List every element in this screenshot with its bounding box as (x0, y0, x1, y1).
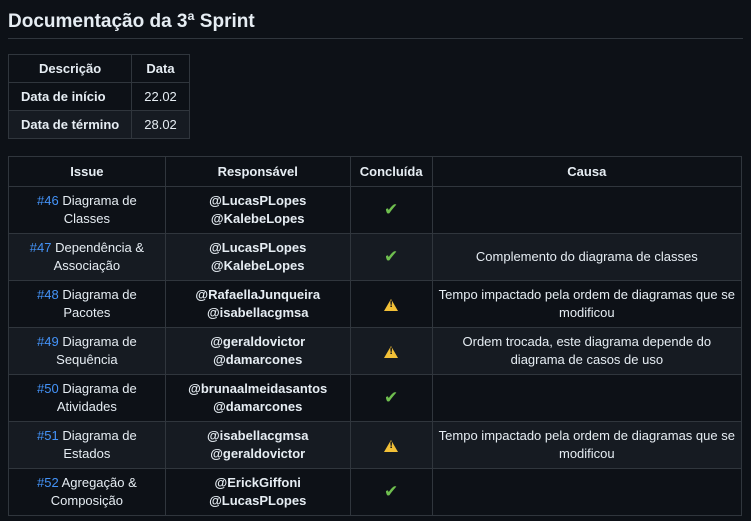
issue-cell: #48 Diagrama de Pacotes (8, 280, 166, 328)
status-cell: ✔ (349, 233, 433, 281)
issue-cell: #47 Dependência & Associação (8, 233, 166, 281)
user-mention[interactable]: @RafaellaJunqueira (172, 286, 344, 304)
header-responsavel: Responsável (164, 156, 351, 187)
issue-cell: #52 Agregação & Composição (8, 468, 166, 516)
responsavel-cell: @LucasPLopes @KalebeLopes (164, 233, 351, 281)
check-icon: ✔ (384, 387, 399, 408)
table-row: #50 Diagrama de Atividades @brunaalmeidas… (8, 374, 743, 422)
header-data: Data (131, 54, 190, 83)
issue-title: Diagrama de Estados (62, 428, 137, 461)
user-mention[interactable]: @isabellacgmsa (172, 427, 344, 445)
issues-table-body: #46 Diagrama de Classes @LucasPLopes @Kale… (8, 186, 743, 516)
issue-cell: #50 Diagrama de Atividades (8, 374, 166, 422)
status-cell: ✔ (349, 374, 433, 422)
causa-cell: Ordem trocada, este diagrama depende do … (431, 327, 743, 375)
table-row: #46 Diagrama de Classes @LucasPLopes @Kale… (8, 186, 743, 234)
causa-cell (431, 468, 743, 516)
warning-icon (384, 345, 399, 358)
user-mention[interactable]: @LucasPLopes (172, 492, 344, 510)
responsavel-cell: @ErickGiffoni @LucasPLopes (164, 468, 351, 516)
causa-cell (431, 186, 743, 234)
issue-link[interactable]: #46 (37, 193, 59, 208)
table-row: #51 Diagrama de Estados @isabellacgmsa @ge… (8, 421, 743, 469)
status-cell (349, 280, 433, 328)
user-mention[interactable]: @ErickGiffoni (172, 474, 344, 492)
responsavel-cell: @geraldovictor @damarcones (164, 327, 351, 375)
start-date-value: 22.02 (131, 82, 190, 111)
user-mention[interactable]: @LucasPLopes (172, 192, 344, 210)
user-mention[interactable]: @damarcones (172, 398, 344, 416)
issue-link[interactable]: #48 (37, 287, 59, 302)
table-row: Data de término 28.02 (7, 110, 190, 139)
table-header-row: Issue Responsável Concluída Causa (8, 156, 743, 187)
page-title: Documentação da 3ª Sprint (8, 0, 743, 39)
sprint-dates-table: Descrição Data Data de início 22.02 Data… (7, 54, 190, 139)
markdown-page: Documentação da 3ª Sprint Descrição Data… (7, 0, 743, 516)
end-date-value: 28.02 (131, 110, 190, 139)
issue-title: Dependência & Associação (53, 240, 144, 273)
issue-link[interactable]: #47 (30, 240, 52, 255)
table-row: Data de início 22.02 (7, 82, 190, 111)
warning-icon (384, 298, 399, 311)
issue-title: Diagrama de Sequência (56, 334, 137, 367)
user-mention[interactable]: @KalebeLopes (172, 257, 344, 275)
causa-cell (431, 374, 743, 422)
responsavel-cell: @LucasPLopes @KalebeLopes (164, 186, 351, 234)
causa-cell: Tempo impactado pela ordem de diagramas … (431, 280, 743, 328)
start-date-label: Data de início (7, 82, 133, 111)
table-row: #47 Dependência & Associação @LucasPLopes… (8, 233, 743, 281)
issue-title: Diagrama de Classes (62, 193, 137, 226)
issue-link[interactable]: #52 (37, 475, 59, 490)
table-row: #48 Diagrama de Pacotes @RafaellaJunqueir… (8, 280, 743, 328)
issue-cell: #51 Diagrama de Estados (8, 421, 166, 469)
issue-link[interactable]: #51 (37, 428, 59, 443)
user-mention[interactable]: @geraldovictor (172, 445, 344, 463)
issue-title: Diagrama de Atividades (56, 381, 137, 414)
header-issue: Issue (8, 156, 166, 187)
status-cell (349, 327, 433, 375)
table-row: #49 Diagrama de Sequência @geraldovictor @… (8, 327, 743, 375)
check-icon: ✔ (384, 199, 399, 220)
issue-cell: #49 Diagrama de Sequência (8, 327, 166, 375)
user-mention[interactable]: @LucasPLopes (172, 239, 344, 257)
header-causa: Causa (431, 156, 743, 187)
user-mention[interactable]: @isabellacgmsa (172, 304, 344, 322)
header-descricao: Descrição (7, 54, 133, 83)
issues-table: Issue Responsável Concluída Causa #46 Di… (8, 156, 743, 516)
issue-cell: #46 Diagrama de Classes (8, 186, 166, 234)
warning-icon (384, 439, 399, 452)
table-header-row: Descrição Data (7, 54, 190, 83)
end-date-label: Data de término (7, 110, 133, 139)
status-cell: ✔ (349, 468, 433, 516)
issue-link[interactable]: #50 (37, 381, 59, 396)
user-mention[interactable]: @brunaalmeidasantos (172, 380, 344, 398)
causa-cell: Complemento do diagrama de classes (431, 233, 743, 281)
header-concluida: Concluída (349, 156, 433, 187)
issue-title: Agregação & Composição (50, 475, 137, 508)
status-cell (349, 421, 433, 469)
responsavel-cell: @brunaalmeidasantos @damarcones (164, 374, 351, 422)
user-mention[interactable]: @damarcones (172, 351, 344, 369)
issue-link[interactable]: #49 (37, 334, 59, 349)
table-row: #52 Agregação & Composição @ErickGiffoni @… (8, 468, 743, 516)
user-mention[interactable]: @geraldovictor (172, 333, 344, 351)
responsavel-cell: @isabellacgmsa @geraldovictor (164, 421, 351, 469)
user-mention[interactable]: @KalebeLopes (172, 210, 344, 228)
check-icon: ✔ (384, 246, 399, 267)
causa-cell: Tempo impactado pela ordem de diagramas … (431, 421, 743, 469)
status-cell: ✔ (349, 186, 433, 234)
responsavel-cell: @RafaellaJunqueira @isabellacgmsa (164, 280, 351, 328)
issue-title: Diagrama de Pacotes (62, 287, 137, 320)
check-icon: ✔ (384, 481, 399, 502)
